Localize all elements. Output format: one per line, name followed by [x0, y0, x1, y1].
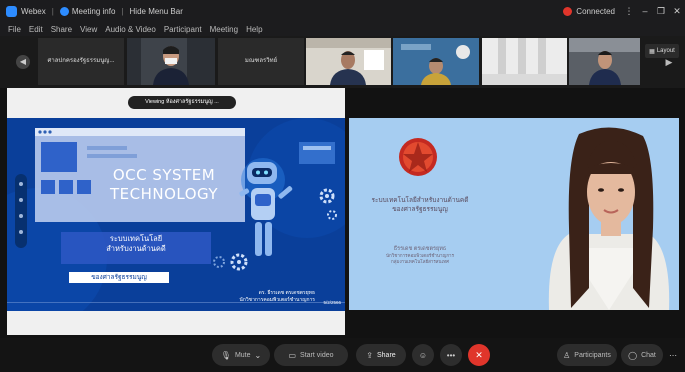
participant-tile[interactable] [306, 38, 391, 85]
webex-logo-icon [6, 5, 17, 17]
menu-share[interactable]: Share [51, 25, 72, 34]
reactions-button[interactable]: ☺ [412, 344, 434, 366]
participant-tile[interactable] [393, 38, 479, 85]
divider: | [51, 6, 54, 16]
menu-meeting[interactable]: Meeting [210, 25, 238, 34]
participant-tile[interactable]: มณฑลรวิทย์ [218, 38, 304, 85]
share-label: Share [377, 351, 396, 359]
end-call-icon: ✕ [475, 349, 483, 360]
speaker-bg-line1: ระบบเทคโนโลยีสำหรับงานด้านคดี [371, 197, 469, 204]
slide-title-line2: TECHNOLOGY [109, 184, 219, 203]
layout-button[interactable]: ▦ Layout [645, 44, 679, 58]
slide-thai-line1: ระบบเทคโนโลยี [109, 234, 163, 243]
strip-prev-icon[interactable]: ◀ [16, 55, 30, 69]
participant-video [127, 38, 215, 85]
smile-icon: ☺ [418, 350, 428, 360]
menu-audio-video[interactable]: Audio & Video [105, 25, 156, 34]
menu-view[interactable]: View [80, 25, 97, 34]
chat-button[interactable]: ◯ Chat [621, 344, 663, 366]
menu-file[interactable]: File [8, 25, 21, 34]
menu-bar: File Edit Share View Audio & Video Parti… [0, 22, 685, 36]
more-vertical-icon: ⋯ [669, 350, 677, 360]
slide-date: 5/2/2566 [323, 300, 341, 305]
title-bar: Webex | Meeting info | Hide Menu Bar Con… [0, 0, 685, 22]
maximize-button[interactable]: ❐ [653, 6, 669, 17]
participant-tile[interactable] [569, 38, 640, 85]
participant-video [482, 38, 567, 85]
chat-label: Chat [641, 351, 656, 359]
mute-label: Mute [234, 351, 251, 359]
viewing-indicator[interactable]: Viewing ห้องศาลรัฐธรรมนูญ ... [128, 96, 236, 109]
microphone-icon: 🎙 [220, 350, 231, 360]
participant-video [569, 38, 640, 85]
menu-help[interactable]: Help [246, 25, 262, 34]
speaker-role2: กลุ่มงานเทคโนโลยีสารสนเทศ [391, 259, 449, 265]
participant-name: มณฑลรวิทย์ [244, 57, 278, 64]
participant-tile[interactable]: ศาลปกครองรัฐธรรมนูญ... [38, 38, 124, 85]
connection-status-icon [563, 6, 573, 16]
slide-org-label: ของศาลรัฐธรรมนูญ [91, 274, 147, 281]
meeting-info-link[interactable]: Meeting info [72, 7, 116, 16]
participants-label: Participants [574, 351, 611, 359]
share-button[interactable]: ⇪ Share [356, 344, 406, 366]
more-button[interactable]: ••• [440, 344, 462, 366]
slide-graphic [7, 118, 345, 311]
chat-icon: ◯ [628, 350, 638, 360]
participants-button[interactable]: ♙ Participants [557, 344, 617, 366]
meeting-toolbar: 🎙 Mute ⌄ ▭ Start video ⇪ Share ☺ ••• ✕ ♙… [0, 338, 685, 372]
start-video-label: Start video [300, 351, 334, 359]
slide-thai-line2: สำหรับงานด้านคดี [106, 244, 166, 254]
participant-tile[interactable] [482, 38, 567, 85]
chevron-down-icon: ⌄ [254, 350, 262, 360]
divider: | [121, 6, 124, 16]
hide-menu-bar-button[interactable]: Hide Menu Bar [130, 7, 183, 16]
shared-content-panel[interactable]: Viewing ห้องศาลรัฐธรรมนูญ ... OCC SYSTEM… [7, 88, 345, 335]
share-bottom-bar [7, 320, 345, 335]
end-call-button[interactable]: ✕ [468, 344, 490, 366]
toolbar-more-button[interactable]: ⋯ [666, 344, 680, 366]
participant-name: ศาลปกครองรัฐธรรมนูญ... [47, 57, 115, 64]
shield-icon [59, 6, 69, 16]
speaker-bg-line2: ของศาลรัฐธรรมนูญ [392, 206, 448, 214]
more-icon: ••• [446, 350, 456, 360]
app-name: Webex [21, 6, 46, 16]
participant-video [393, 38, 479, 85]
grid-icon: ▦ [649, 48, 655, 55]
share-icon: ⇪ [366, 350, 373, 360]
participant-tile[interactable] [127, 38, 215, 85]
mute-button[interactable]: 🎙 Mute ⌄ [212, 344, 270, 366]
participant-strip: ◀ ศาลปกครองรัฐธรรมนูญ... มณฑลรวิทย์ ▶ [0, 36, 685, 88]
person-icon: ♙ [563, 350, 571, 360]
minimize-button[interactable]: – [637, 6, 653, 16]
camera-icon: ▭ [288, 350, 297, 360]
active-speaker-video[interactable]: ระบบเทคโนโลยีสำหรับงานด้านคดี ของศาลรัฐธ… [349, 118, 679, 310]
close-window-button[interactable]: ✕ [669, 6, 685, 17]
connection-status[interactable]: Connected [576, 7, 615, 16]
presentation-slide: OCC SYSTEM TECHNOLOGY ระบบเทคโนโลยี สำหร… [7, 118, 345, 311]
start-video-button[interactable]: ▭ Start video [274, 344, 348, 366]
menu-participant[interactable]: Participant [164, 25, 202, 34]
slide-title-line1: OCC SYSTEM [112, 166, 216, 184]
more-options-button[interactable]: ⋮ [621, 6, 637, 17]
layout-label: Layout [656, 48, 675, 54]
participant-video [306, 38, 391, 85]
slide-presenter-role: นักวิชาการคอมพิวเตอร์ชำนาญการ [239, 296, 315, 303]
menu-edit[interactable]: Edit [29, 25, 43, 34]
